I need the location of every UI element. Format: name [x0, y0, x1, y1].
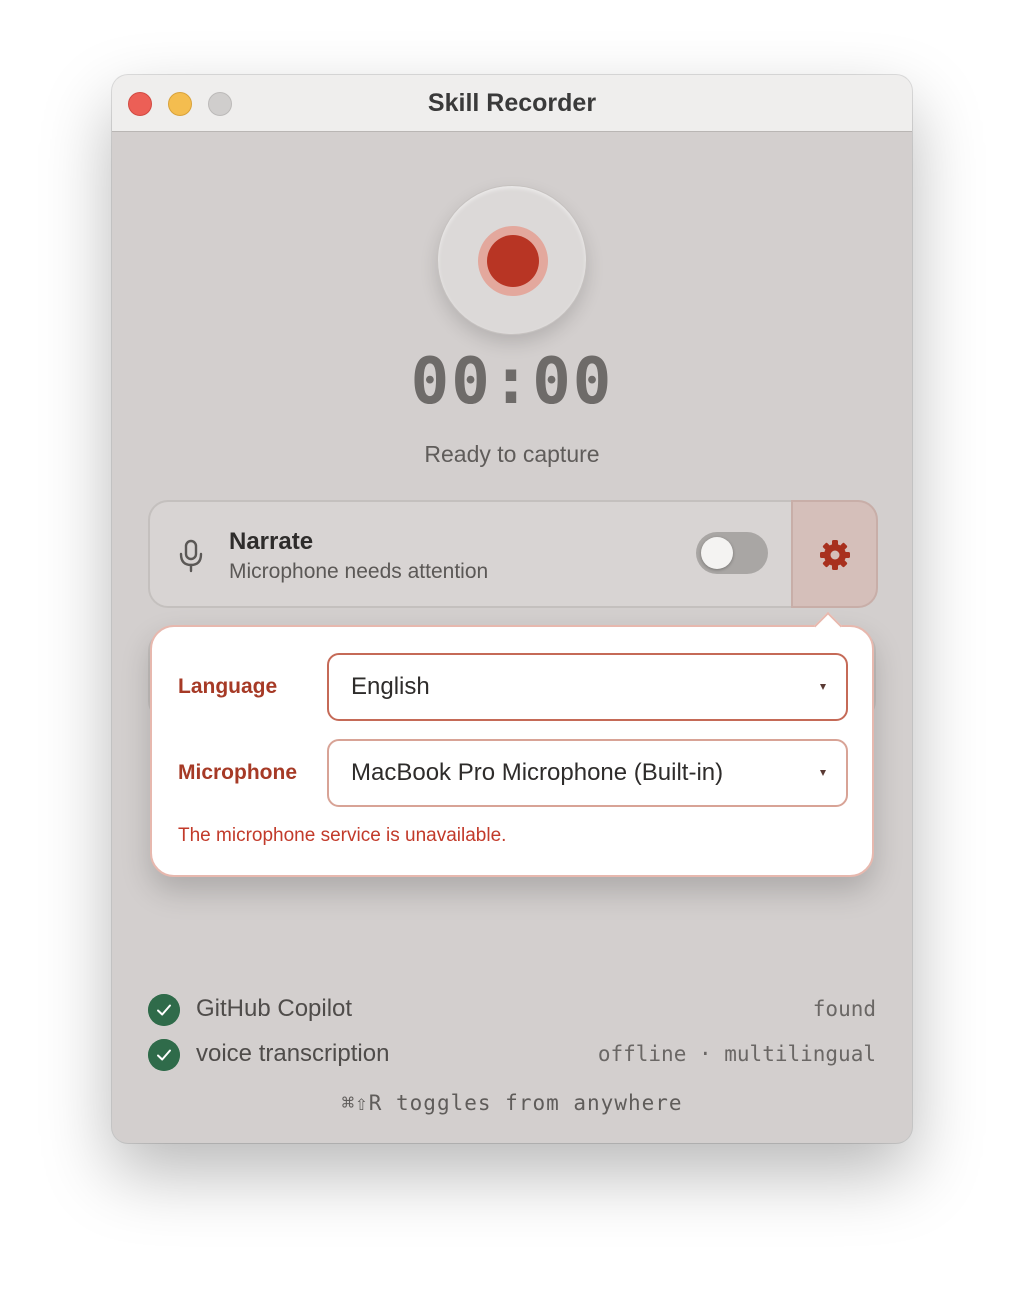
microphone-select[interactable]: MacBook Pro Microphone (Built-in) — [327, 739, 848, 807]
narrate-title: Narrate — [229, 528, 314, 555]
dependency-label: GitHub Copilot — [196, 995, 353, 1022]
narrate-card: Narrate Microphone needs attention — [148, 500, 878, 608]
narrate-settings-popover: Language English Microphone MacBook Pro … — [150, 611, 874, 877]
check-icon — [148, 1039, 180, 1071]
title-bar: Skill Recorder — [112, 75, 912, 132]
chevron-down-icon — [820, 770, 826, 776]
dependency-status: offline · multilingual — [597, 1042, 876, 1066]
narrate-toggle[interactable] — [696, 532, 768, 574]
timer-display: 00:00 — [410, 345, 614, 419]
toggle-knob — [701, 537, 733, 569]
microphone-value: MacBook Pro Microphone (Built-in) — [351, 759, 724, 786]
check-icon — [148, 994, 180, 1026]
narrate-subtitle: Microphone needs attention — [229, 560, 489, 583]
dependency-row: voice transcription offline · multilingu… — [148, 1038, 876, 1072]
record-dot-icon — [487, 235, 539, 287]
microphone-icon — [179, 539, 203, 573]
dependency-status: found — [812, 997, 876, 1021]
record-button[interactable] — [437, 185, 587, 335]
microphone-label: Microphone — [178, 761, 297, 784]
narrate-settings-button[interactable] — [791, 500, 878, 608]
app-window: Skill Recorder 00:00 Ready to capture Na… — [112, 75, 912, 1143]
error-message: The microphone service is unavailable. — [178, 825, 507, 846]
status-text: Ready to capture — [424, 441, 600, 467]
chevron-down-icon — [820, 684, 826, 690]
dependency-label: voice transcription — [196, 1040, 390, 1067]
language-value: English — [351, 673, 430, 700]
shortcut-hint: ⌘⇧R toggles from anywhere — [341, 1091, 683, 1115]
gear-icon — [820, 540, 850, 570]
language-label: Language — [178, 675, 278, 698]
popover-arrow — [813, 611, 843, 641]
language-select[interactable]: English — [327, 653, 848, 721]
dependency-row: GitHub Copilot found — [148, 993, 876, 1027]
window-title: Skill Recorder — [427, 89, 597, 117]
